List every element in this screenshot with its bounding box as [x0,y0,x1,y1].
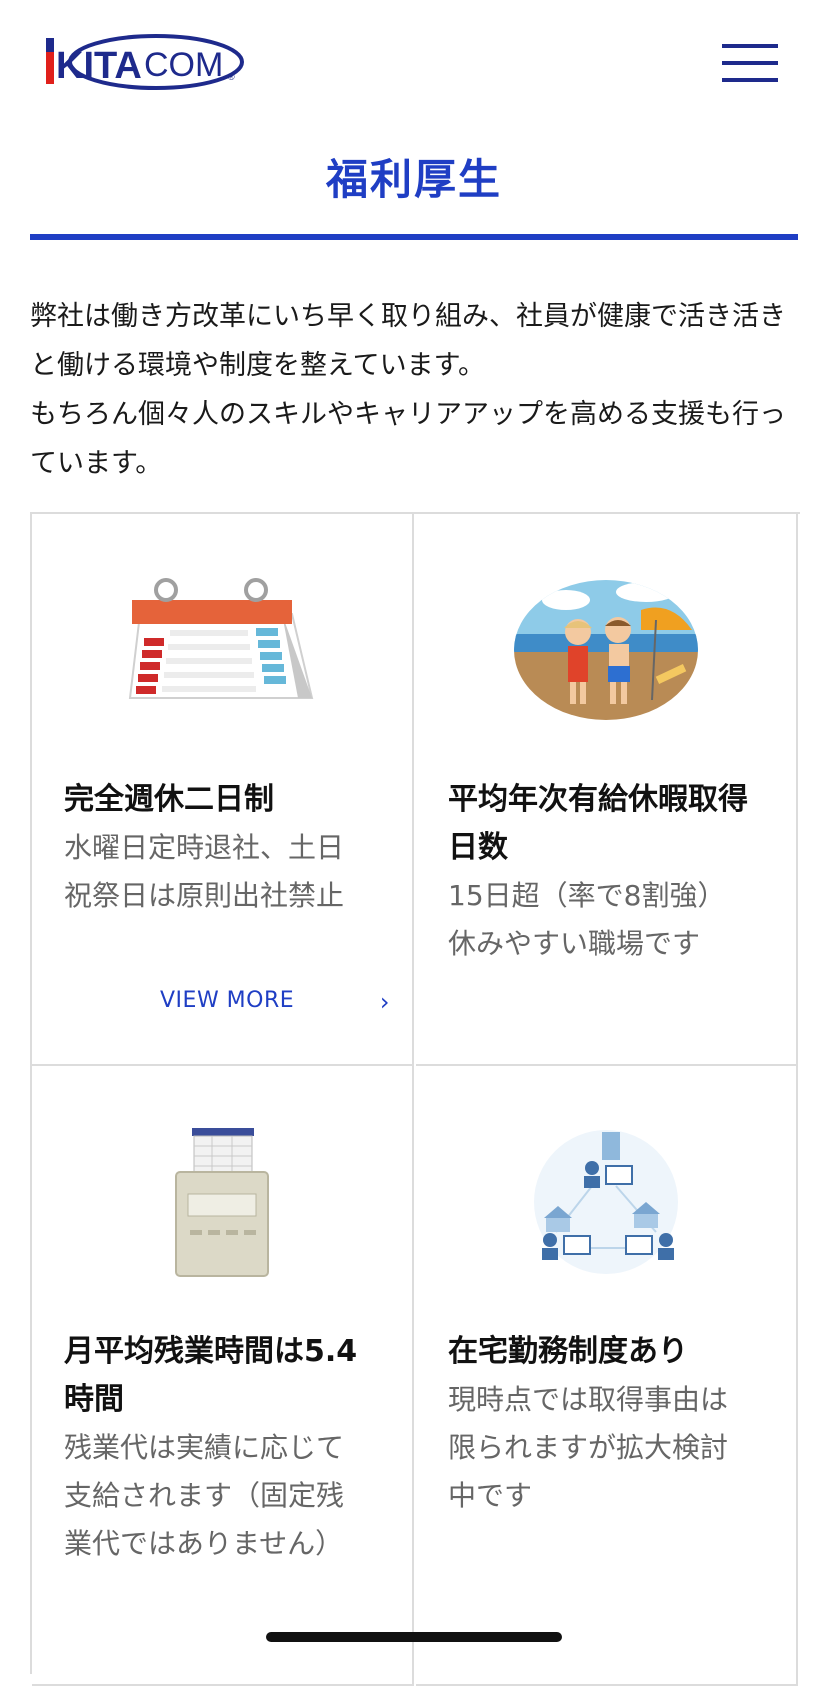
benefit-card-overtime: 月平均残業時間は5.4時間 残業代は実績に応じて支給されます（固定残業代ではあり… [32,1066,414,1686]
intro-text: 弊社は働き方改革にいち早く取り組み、社員が健康で活き活きと働ける環境や制度を整え… [30,292,802,488]
page-title: 福利厚生 [325,155,502,204]
card-title: 完全週休二日制 [64,782,274,817]
logo-text-light: COM [144,46,223,84]
logo-mark: KITA COM ® [46,34,244,90]
card-description: 15日超（率で8割強）休みやすい職場です [448,879,726,960]
card-description: 現時点では取得事由は限られますが拡大検討中です [448,1383,729,1512]
calendar-icon [128,578,314,699]
kitacom-logo[interactable]: KITA COM ® [46,28,256,100]
benefit-card-weekly-holidays: 完全週休二日制 水曜日定時退社、土日祝祭日は原則出社禁止 VIEW MORE › [32,514,414,1066]
view-more-label: VIEW MORE [160,988,295,1013]
card-title: 月平均残業時間は5.4時間 [64,1334,358,1417]
benefits-grid: 完全週休二日制 水曜日定時退社、土日祝祭日は原則出社禁止 VIEW MORE › [30,512,800,1686]
card-description: 残業代は実績に応じて支給されます（固定残業代ではありません） [64,1431,345,1560]
view-more-link[interactable]: VIEW MORE › [160,988,390,1024]
remote-work-icon [534,1130,678,1274]
hamburger-menu-icon[interactable] [722,44,778,88]
intro-paragraph: 弊社は働き方改革にいち早く取り組み、社員が健康で活き活きと働ける環境や制度を整え… [30,301,786,381]
title-divider [30,234,798,240]
card-description: 水曜日定時退社、土日祝祭日は原則出社禁止 [64,831,345,912]
chevron-right-icon: › [379,988,390,1016]
time-clock-icon [175,1128,269,1277]
beach-vacation-icon [514,580,698,720]
card-title: 平均年次有給休暇取得日数 [448,782,748,865]
benefit-card-paid-leave: 平均年次有給休暇取得日数 15日超（率で8割強）休みやすい職場です [416,514,798,1066]
benefit-card-remote-work: 在宅勤務制度あり 現時点では取得事由は限られますが拡大検討中です [416,1066,798,1686]
card-title: 在宅勤務制度あり [448,1334,688,1369]
logo-text-bold: KITA [56,45,142,87]
home-indicator [266,1632,562,1642]
logo-registered: ® [228,72,235,82]
intro-paragraph: もちろん個々人のスキルやキャリアアップを高める支援も行っています。 [30,399,786,479]
site-header: KITA COM ® [0,0,828,120]
